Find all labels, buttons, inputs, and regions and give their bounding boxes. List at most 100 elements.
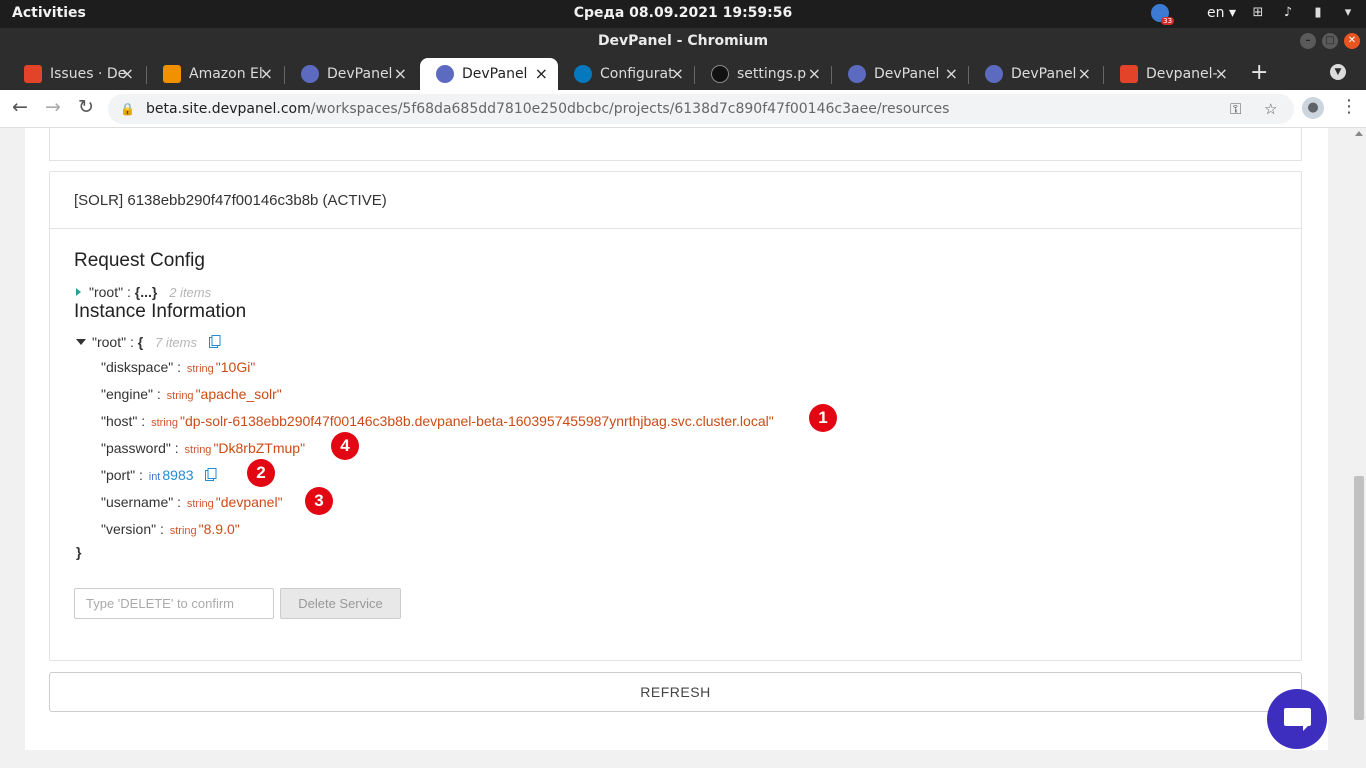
copy-icon[interactable] [208, 335, 221, 348]
json-value[interactable]: "apache_solr" [196, 386, 282, 402]
close-tab-icon[interactable]: × [121, 64, 134, 83]
tab-issues[interactable]: Issues · De × [8, 58, 144, 90]
expand-caret-icon[interactable] [76, 288, 81, 296]
json-type: string [151, 417, 178, 429]
close-tab-icon[interactable]: × [394, 64, 407, 83]
json-type: int [148, 471, 161, 483]
forward-arrow-icon[interactable]: → [45, 96, 61, 118]
solr-service-panel: [SOLR] 6138ebb290f47f00146c3b8b (ACTIVE)… [49, 171, 1302, 661]
window-controls: – □ ✕ [1300, 33, 1360, 49]
close-window-icon[interactable]: ✕ [1344, 33, 1360, 49]
key-icon[interactable]: ⚿ [1230, 94, 1241, 124]
tab-devpanel[interactable]: DevPanel × [969, 58, 1101, 90]
maximize-icon[interactable]: □ [1322, 33, 1338, 49]
devpanel-icon [985, 65, 1003, 83]
scrollbar-thumb[interactable] [1354, 476, 1364, 720]
json-field-version: "version" : string "8.9.0" [101, 521, 240, 537]
scroll-up-arrow-icon[interactable] [1355, 131, 1363, 136]
json-value[interactable]: "devpanel" [216, 494, 283, 510]
chat-widget-button[interactable] [1267, 689, 1327, 749]
system-top-bar: Activities Среда 08.09.2021 19:59:56 33 … [0, 0, 1366, 28]
json-value[interactable]: "10Gi" [216, 359, 256, 375]
devpanel-icon [436, 65, 454, 83]
json-field-diskspace: "diskspace" : string "10Gi" [101, 359, 256, 375]
service-header: [SOLR] 6138ebb290f47f00146c3b8b (ACTIVE) [50, 172, 1301, 229]
close-tab-icon[interactable]: × [260, 64, 273, 83]
close-tab-icon[interactable]: × [671, 64, 684, 83]
json-value[interactable]: "Dk8rbZTmup" [213, 440, 305, 456]
tab-devpanel[interactable]: DevPanel × [832, 58, 968, 90]
json-colon: : [126, 284, 135, 300]
network-icon[interactable]: ⊞ [1250, 5, 1266, 21]
system-tray: 33 en ▾ ⊞ ♪ ▮ ▾ [1151, 4, 1356, 25]
annotation-marker-4: 4 [331, 432, 359, 460]
annotation-marker-2: 2 [247, 459, 275, 487]
json-key: "host" [101, 413, 138, 429]
request-config-tree[interactable]: "root" : {...} 2 items [76, 284, 211, 300]
tab-settings[interactable]: settings.p × [695, 58, 831, 90]
chat-bubble-tail [1303, 725, 1309, 731]
json-field-engine: "engine" : string "apache_solr" [101, 386, 282, 402]
page-scrollbar[interactable] [1352, 128, 1366, 768]
volume-icon[interactable]: ♪ [1280, 5, 1296, 21]
browser-toolbar: ← → ↻ 🔒 beta.site.devpanel.com/workspace… [0, 90, 1366, 128]
delete-service-button[interactable]: Delete Service [280, 588, 401, 619]
json-root-row[interactable]: "root" : { 7 items [76, 334, 221, 350]
json-key: "version" [101, 521, 157, 537]
back-arrow-icon[interactable]: ← [12, 96, 28, 118]
json-key: "root" [89, 284, 124, 300]
close-tab-icon[interactable]: × [808, 64, 821, 83]
language-indicator[interactable]: en ▾ [1207, 5, 1236, 21]
delete-confirm-input[interactable] [74, 588, 274, 619]
tab-configuration[interactable]: Configurat × [558, 58, 694, 90]
json-type: string [169, 525, 197, 537]
json-collapsed[interactable]: {...} [135, 284, 158, 300]
json-type: string [186, 498, 214, 510]
json-value[interactable]: "dp-solr-6138ebb290f47f00146c3b8b.devpan… [180, 413, 774, 429]
request-config-title: Request Config [74, 250, 205, 271]
tab-devpanel-active[interactable]: DevPanel × [420, 58, 558, 90]
tab-strip: Issues · De × Amazon El × DevPanel × Dev… [0, 54, 1366, 90]
json-type: string [184, 444, 212, 456]
bookmark-star-icon[interactable]: ☆ [1264, 94, 1277, 124]
browser-menu-icon[interactable]: ⋮ [1340, 96, 1358, 117]
close-tab-icon[interactable]: × [535, 64, 548, 83]
drupal-icon [574, 65, 592, 83]
json-type: string [166, 390, 194, 402]
window-title-bar: DevPanel - Chromium – □ ✕ [0, 28, 1366, 54]
reload-icon[interactable]: ↻ [78, 96, 94, 118]
tab-label: Devpanel- [1146, 66, 1218, 82]
battery-icon[interactable]: ▮ [1310, 5, 1326, 21]
tab-devpanel[interactable]: DevPanel × [285, 58, 417, 90]
close-tab-icon[interactable]: × [1215, 64, 1228, 83]
tab-devpanel-gitlab[interactable]: Devpanel- × [1104, 58, 1238, 90]
collapse-caret-icon[interactable] [76, 339, 86, 345]
tab-label: DevPanel [874, 66, 940, 82]
close-tab-icon[interactable]: × [945, 64, 958, 83]
tab-search-chevron-icon[interactable]: ▼ [1330, 64, 1346, 80]
tab-label: DevPanel [1011, 66, 1077, 82]
annotation-marker-1: 1 [809, 404, 837, 432]
copy-icon[interactable] [205, 468, 217, 481]
json-colon: : [129, 334, 138, 350]
refresh-button[interactable]: REFRESH [49, 672, 1302, 712]
resources-card: [SOLR] 6138ebb290f47f00146c3b8b (ACTIVE)… [25, 128, 1328, 750]
minimize-icon[interactable]: – [1300, 33, 1316, 49]
json-value[interactable]: "8.9.0" [199, 521, 240, 537]
new-tab-icon[interactable]: + [1250, 60, 1268, 85]
system-menu-chevron-icon[interactable]: ▾ [1340, 5, 1356, 21]
tab-label: settings.p [737, 66, 807, 82]
page-viewport: [SOLR] 6138ebb290f47f00146c3b8b (ACTIVE)… [0, 128, 1352, 768]
json-value[interactable]: 8983 [162, 467, 193, 483]
json-close-brace: } [76, 544, 82, 560]
tab-amazon[interactable]: Amazon El × [147, 58, 283, 90]
aws-icon [163, 65, 181, 83]
json-item-count: 2 items [169, 285, 212, 300]
close-tab-icon[interactable]: × [1078, 64, 1091, 83]
json-item-count: 7 items [155, 335, 197, 350]
profile-avatar-icon[interactable]: ● [1302, 97, 1324, 119]
json-key: "root" [92, 334, 127, 350]
lock-icon[interactable]: 🔒 [120, 94, 135, 124]
chromium-notification-icon[interactable]: 33 [1151, 4, 1175, 25]
address-bar[interactable]: 🔒 beta.site.devpanel.com/workspaces/5f68… [108, 94, 1294, 124]
